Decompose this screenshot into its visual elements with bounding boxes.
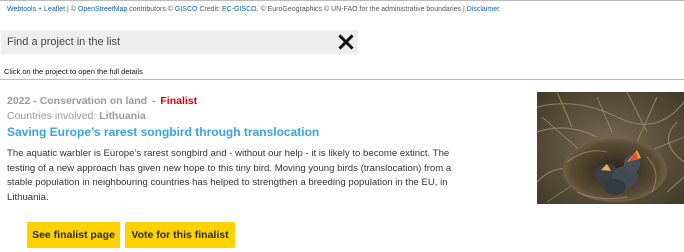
openstreetmap-link[interactable]: OpenStreetMap (78, 6, 127, 13)
attribution-plus: + (36, 6, 45, 13)
attribution-text-1: | © (65, 6, 78, 13)
webtools-link[interactable]: Webtools (7, 6, 36, 13)
project-title-link[interactable]: Saving Europe’s rarest songbird through … (7, 125, 319, 139)
project-description: The aquatic warbler is Europe’s rarest s… (7, 148, 452, 203)
divider (0, 79, 684, 80)
project-meta: 2022 - Conservation on land - Finalist (7, 95, 197, 107)
see-finalist-page-button[interactable]: See finalist page (27, 222, 120, 248)
project-photo (537, 92, 684, 204)
meta-separator: - (151, 95, 156, 107)
gisco-link[interactable]: GISCO (175, 6, 198, 13)
finalist-status-badge: Finalist (160, 95, 198, 107)
bird-nest-image (537, 92, 684, 204)
countries-value: Lithuania (99, 110, 146, 122)
attribution-text-2: contributors © (127, 6, 175, 13)
disclaimer-link[interactable]: Disclaimer (467, 6, 500, 13)
ec-gisco-link[interactable]: EC-GISCO (222, 6, 257, 13)
top-border (0, 0, 684, 1)
countries-label: Countries involved: (7, 110, 100, 122)
attribution-text-3: Credit: (197, 6, 222, 13)
close-x-icon[interactable] (338, 34, 354, 50)
project-search-bar (1, 30, 358, 54)
map-attribution: Webtools + Leaflet | © OpenStreetMap con… (7, 6, 499, 13)
leaflet-link[interactable]: Leaflet (44, 6, 65, 13)
vote-finalist-button[interactable]: Vote for this finalist (125, 222, 235, 248)
attribution-text-4: , © EuroGeographics © UN-FAO for the adm… (256, 6, 467, 13)
countries-involved: Countries involved: Lithuania (7, 110, 146, 122)
project-search-input[interactable] (1, 30, 321, 54)
instruction-text: Click on the project to open the full de… (4, 67, 143, 76)
project-year-category: 2022 - Conservation on land (7, 95, 148, 107)
